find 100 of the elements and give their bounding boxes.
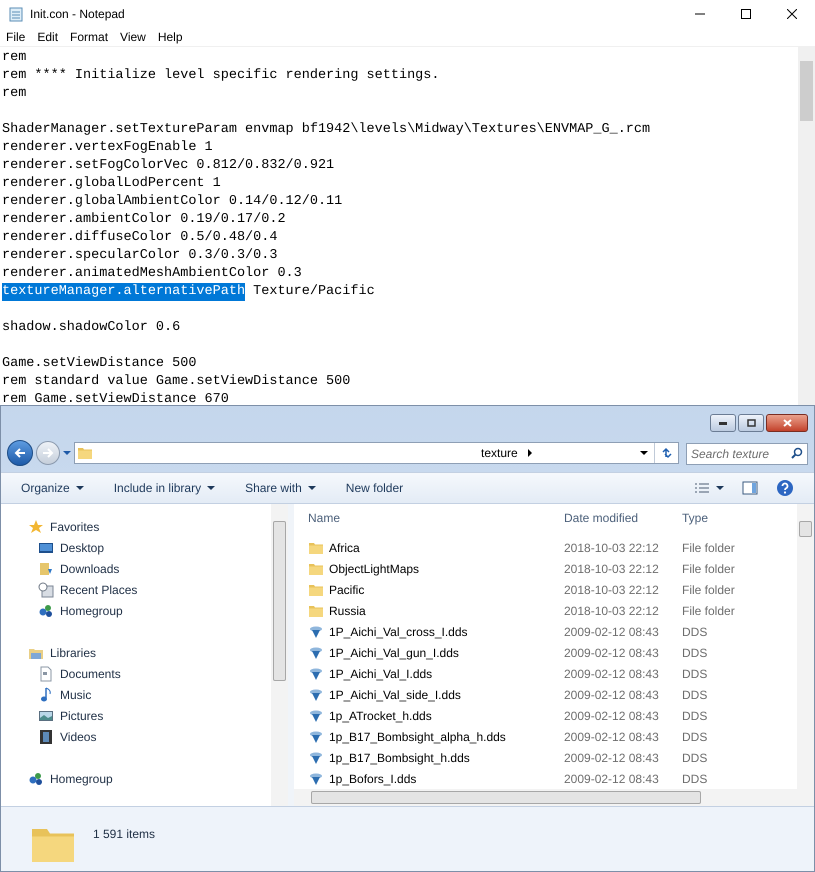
- column-header[interactable]: Type: [674, 509, 784, 527]
- help-button[interactable]: [776, 479, 794, 497]
- restore-button[interactable]: [738, 414, 764, 432]
- caret-icon[interactable]: [640, 449, 648, 457]
- scrollbar-thumb[interactable]: [311, 791, 701, 804]
- file-name[interactable]: Russia: [329, 602, 366, 620]
- scrollbar-thumb[interactable]: [799, 521, 812, 537]
- nav-item[interactable]: Favorites: [50, 518, 100, 536]
- file-name[interactable]: 1p_B17_Bombsight_h.dds: [329, 748, 470, 766]
- image-file-icon: [308, 728, 324, 744]
- column-header[interactable]: Date modified: [554, 509, 674, 527]
- scrollbar[interactable]: [797, 504, 814, 789]
- download-folder-icon: [38, 560, 54, 576]
- nav-item[interactable]: Recent Places: [60, 580, 138, 598]
- toolbar-button[interactable]: Include in library: [114, 479, 216, 497]
- code-line: rem Game.setViewDistance 670: [2, 391, 229, 405]
- image-file-icon: [308, 666, 324, 682]
- file-name[interactable]: Pacific: [329, 580, 364, 598]
- document-icon: [38, 666, 54, 682]
- type-cell-text: File folder: [681, 582, 736, 598]
- code-line: ShaderManager.setTextureParam envmap bf1942\levels\Midway\Textures\ENVMAP_G_.rcm: [2, 121, 650, 139]
- scrollbar[interactable]: [294, 789, 814, 806]
- file-name[interactable]: 1P_Aichi_Val_cross_I.dds: [329, 622, 468, 640]
- minimize-button[interactable]: [710, 414, 736, 432]
- clock-document-icon: [38, 582, 54, 598]
- file-name[interactable]: 1P_Aichi_Val_I.dds: [329, 664, 432, 682]
- preview-pane-button[interactable]: [742, 480, 758, 496]
- nav-item[interactable]: Libraries: [50, 644, 96, 662]
- type-cell-text: DDS: [681, 770, 708, 788]
- menu-item[interactable]: Edit: [31, 28, 64, 46]
- list-view-icon: [694, 482, 710, 494]
- item-count: 1 591 items: [93, 826, 156, 843]
- date-cell-text: 2018-10-03 22:12: [563, 540, 660, 556]
- nav-item[interactable]: Downloads: [60, 560, 120, 578]
- menu-item[interactable]: Format: [64, 28, 114, 46]
- close-icon: [787, 9, 797, 19]
- arrow-right-icon: [42, 447, 54, 459]
- file-name[interactable]: ObjectLightMaps: [329, 560, 420, 578]
- star-icon: [28, 518, 44, 534]
- scrollbar-thumb[interactable]: [800, 61, 813, 121]
- code-line: Texture/Pacific: [252, 283, 375, 301]
- scrollbar[interactable]: [271, 504, 288, 806]
- image-file-icon: [308, 708, 324, 724]
- nav-item[interactable]: Homegroup: [50, 770, 113, 788]
- image-file-icon: [308, 624, 324, 640]
- code-line: renderer.globalAmbientColor 0.14/0.12/0.11: [2, 193, 342, 211]
- close-button[interactable]: [766, 414, 808, 432]
- file-name[interactable]: 1p_ATrocket_h.dds: [329, 706, 432, 724]
- toolbar-button[interactable]: Organize: [21, 479, 84, 497]
- file-name[interactable]: 1P_Aichi_Val_side_I.dds: [329, 686, 461, 704]
- restore-icon: [746, 419, 756, 427]
- caret-icon: [716, 484, 724, 492]
- file-name[interactable]: Africa: [329, 538, 360, 556]
- nav-item[interactable]: Homegroup: [60, 602, 123, 620]
- code-line: renderer.specularColor 0.3/0.3/0.3: [2, 247, 278, 265]
- scrollbar[interactable]: [798, 47, 815, 405]
- type-cell-text: File folder: [681, 560, 736, 578]
- nav-item[interactable]: Videos: [60, 728, 96, 746]
- scrollbar-thumb[interactable]: [273, 521, 286, 681]
- file-name[interactable]: 1p_B17_Bombsight_alpha_h.dds: [329, 728, 506, 746]
- refresh-arrows-icon: [660, 447, 672, 459]
- file-name[interactable]: 1P_Aichi_Val_gun_I.dds: [329, 644, 459, 662]
- image-file-icon: [308, 770, 324, 786]
- nav-item[interactable]: Pictures: [60, 706, 104, 724]
- minimize-icon: [719, 422, 727, 424]
- date-cell-text: 2018-10-03 22:12: [563, 582, 660, 598]
- type-cell-text: DDS: [681, 624, 708, 640]
- code-line: rem standard value Game.setViewDistance 500: [2, 373, 350, 391]
- back-button[interactable]: [7, 440, 33, 466]
- image-file-icon: [308, 750, 324, 766]
- code-line: renderer.globalLodPercent 1: [2, 175, 221, 193]
- type-cell-text: File folder: [681, 540, 736, 556]
- menu-item[interactable]: File: [0, 28, 32, 46]
- nav-item[interactable]: Documents: [60, 664, 121, 682]
- date-cell-text: 2009-02-12 08:43: [563, 750, 660, 766]
- code-line: renderer.setFogColorVec 0.812/0.832/0.921: [2, 157, 334, 175]
- window-title: Init.con - Notepad: [30, 6, 125, 23]
- search-icon: [791, 447, 803, 459]
- network-icon: [38, 602, 54, 618]
- chevron-right-icon: [526, 449, 534, 457]
- file-name[interactable]: 1p_Bofors_I.dds: [329, 770, 416, 788]
- menu-item[interactable]: Help: [152, 28, 189, 46]
- code-line: rem **** Initialize level specific rendering settings.: [2, 67, 440, 85]
- toolbar-button[interactable]: New folder: [346, 479, 404, 497]
- view-options-button[interactable]: [694, 482, 724, 494]
- type-cell-text: DDS: [681, 728, 708, 746]
- code-line: renderer.animatedMeshAmbientColor 0.3: [2, 265, 302, 283]
- column-header[interactable]: Name: [294, 509, 554, 527]
- nav-item[interactable]: Music: [60, 686, 92, 704]
- address-bar[interactable]: texture: [74, 442, 679, 464]
- arrow-left-icon: [14, 447, 26, 459]
- search-field[interactable]: Search texture: [686, 443, 808, 465]
- date-cell-text: 2009-02-12 08:43: [563, 728, 660, 746]
- toolbar-button[interactable]: Share with: [245, 479, 316, 497]
- maximize-icon: [741, 9, 751, 19]
- menu-item[interactable]: View: [114, 28, 152, 46]
- date-cell-text: 2018-10-03 22:12: [563, 560, 660, 578]
- breadcrumb[interactable]: texture: [481, 444, 518, 462]
- nav-item[interactable]: Desktop: [60, 538, 104, 556]
- code-line: rem: [2, 85, 26, 103]
